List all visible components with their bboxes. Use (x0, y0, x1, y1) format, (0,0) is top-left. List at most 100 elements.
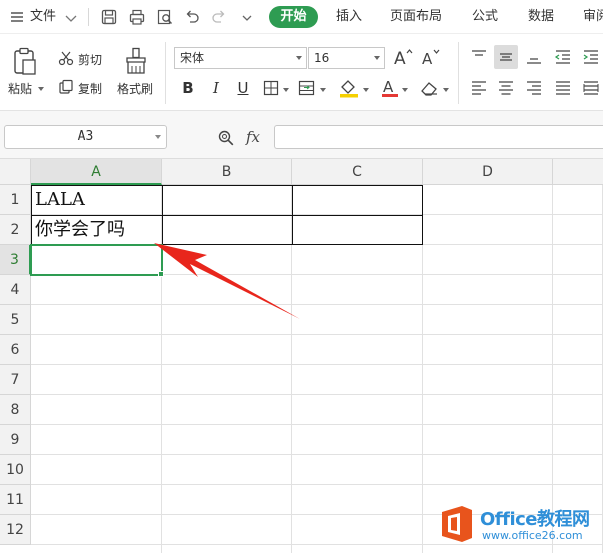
cell-d5[interactable] (423, 305, 553, 335)
align-center-icon[interactable] (497, 79, 515, 97)
copy-button[interactable]: 复制 (78, 80, 102, 97)
cell-c7[interactable] (292, 365, 423, 395)
cell-b1[interactable] (162, 185, 292, 215)
column-header-d[interactable]: D (423, 159, 553, 185)
align-top-icon[interactable] (470, 48, 488, 66)
cell-d7[interactable] (423, 365, 553, 395)
cell-c10[interactable] (292, 455, 423, 485)
cell-a7[interactable] (31, 365, 162, 395)
cell-a12[interactable] (31, 515, 162, 545)
hamburger-menu-icon[interactable] (8, 8, 26, 26)
undo-icon[interactable] (183, 8, 201, 26)
cell-d3[interactable] (423, 245, 553, 275)
font-name-select[interactable]: 宋体 (174, 47, 307, 69)
cell-e1[interactable] (553, 185, 603, 215)
cell-c12[interactable] (292, 515, 423, 545)
cell-b8[interactable] (162, 395, 292, 425)
cell-b7[interactable] (162, 365, 292, 395)
cell-c4[interactable] (292, 275, 423, 305)
fill-color-dropdown-icon[interactable] (363, 88, 369, 92)
scissors-icon[interactable] (58, 50, 74, 66)
font-name-dropdown-icon[interactable] (296, 56, 302, 60)
cell-c6[interactable] (292, 335, 423, 365)
bold-icon[interactable]: B (178, 78, 198, 98)
align-bottom-icon[interactable] (525, 48, 543, 66)
file-menu[interactable]: 文件 (30, 0, 56, 34)
cell-a6[interactable] (31, 335, 162, 365)
row-header-12[interactable]: 12 (0, 515, 31, 545)
cell-e2[interactable] (553, 215, 603, 245)
cell-a9[interactable] (31, 425, 162, 455)
cell-c9[interactable] (292, 425, 423, 455)
zoom-search-icon[interactable] (217, 129, 235, 147)
print-preview-icon[interactable] (156, 8, 174, 26)
row-header-10[interactable]: 10 (0, 455, 31, 485)
row-header-3[interactable]: 3 (0, 245, 31, 275)
row-header-1[interactable]: 1 (0, 185, 31, 215)
paste-dropdown-icon[interactable] (38, 87, 44, 91)
cell-e3[interactable] (553, 245, 603, 275)
cell-e7[interactable] (553, 365, 603, 395)
redo-icon[interactable] (210, 8, 228, 26)
cell-b11[interactable] (162, 485, 292, 515)
tab-data[interactable]: 数据 (528, 0, 554, 34)
cell-c11[interactable] (292, 485, 423, 515)
cell-a13[interactable] (31, 545, 162, 553)
cell-b12[interactable] (162, 515, 292, 545)
cell-d9[interactable] (423, 425, 553, 455)
paste-button[interactable]: 粘贴 (8, 80, 32, 97)
save-icon[interactable] (100, 8, 118, 26)
cell-a11[interactable] (31, 485, 162, 515)
row-header-8[interactable]: 8 (0, 395, 31, 425)
cell-a10[interactable] (31, 455, 162, 485)
tab-formulas[interactable]: 公式 (472, 0, 498, 34)
merge-dropdown-icon[interactable] (320, 88, 326, 92)
cell-c3[interactable] (292, 245, 423, 275)
name-box[interactable]: A3 (4, 125, 167, 149)
tab-review[interactable]: 审阅 (583, 0, 603, 34)
cell-b9[interactable] (162, 425, 292, 455)
increase-indent-icon[interactable] (582, 48, 600, 66)
cell-c2[interactable] (292, 215, 423, 245)
copy-icon[interactable] (58, 79, 74, 95)
cell-d4[interactable] (423, 275, 553, 305)
align-right-icon[interactable] (525, 79, 543, 97)
insert-function-button[interactable]: fx (246, 128, 260, 146)
format-painter-icon[interactable] (124, 47, 148, 75)
select-all-corner[interactable] (0, 159, 31, 185)
cell-c13[interactable] (292, 545, 423, 553)
cell-d10[interactable] (423, 455, 553, 485)
quick-access-dropdown-icon[interactable] (238, 9, 256, 27)
row-header-4[interactable]: 4 (0, 275, 31, 305)
cell-e5[interactable] (553, 305, 603, 335)
row-header-9[interactable]: 9 (0, 425, 31, 455)
row-header-11[interactable]: 11 (0, 485, 31, 515)
cell-d2[interactable] (423, 215, 553, 245)
cell-c5[interactable] (292, 305, 423, 335)
format-painter-button[interactable]: 格式刷 (117, 80, 153, 97)
column-header-a[interactable]: A (31, 159, 162, 185)
cell-a8[interactable] (31, 395, 162, 425)
decrease-font-size-icon[interactable]: A (421, 47, 441, 67)
fill-color-icon[interactable] (338, 78, 360, 98)
distributed-align-icon[interactable] (582, 79, 600, 97)
tab-home[interactable]: 开始 (269, 6, 318, 28)
row-header-5[interactable]: 5 (0, 305, 31, 335)
cell-c1[interactable] (292, 185, 423, 215)
cut-button[interactable]: 剪切 (78, 51, 102, 68)
font-color-dropdown-icon[interactable] (402, 88, 408, 92)
borders-icon[interactable] (263, 80, 279, 96)
font-size-select[interactable]: 16 (308, 47, 385, 69)
cell-e9[interactable] (553, 425, 603, 455)
decrease-indent-icon[interactable] (554, 48, 572, 66)
borders-dropdown-icon[interactable] (283, 88, 289, 92)
column-header-c[interactable]: C (292, 159, 423, 185)
cell-d1[interactable] (423, 185, 553, 215)
align-middle-icon[interactable] (494, 45, 518, 69)
cell-e4[interactable] (553, 275, 603, 305)
paste-icon[interactable] (12, 47, 38, 77)
row-header-2[interactable]: 2 (0, 215, 31, 245)
clear-dropdown-icon[interactable] (443, 88, 449, 92)
cell-b10[interactable] (162, 455, 292, 485)
formula-input[interactable] (274, 125, 603, 149)
